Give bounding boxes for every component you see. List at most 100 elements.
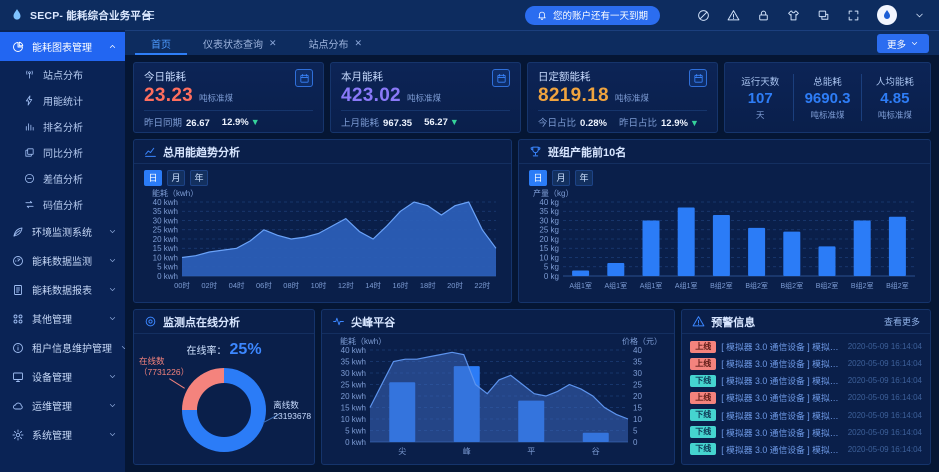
alert-row-2[interactable]: 下线[ 模拟器 3.0 通信设备 ] 模拟器 3.0...2020-05-09 … <box>690 372 922 389</box>
card-footer: 昨日同期26.6712.9%▼ <box>144 110 313 129</box>
chevron-down-icon <box>108 401 117 410</box>
svg-text:18时: 18时 <box>420 280 436 290</box>
chevron-down-icon <box>108 256 117 265</box>
svg-text:5 kg: 5 kg <box>544 263 559 272</box>
alert-row-0[interactable]: 上线[ 模拟器 3.0 通信设备 ] 模拟器 3.0...2020-05-09 … <box>690 338 922 355</box>
menu-collapse-icon[interactable] <box>142 8 156 22</box>
sidebar-item-label: 设备管理 <box>32 369 72 384</box>
alert-row-3[interactable]: 上线[ 模拟器 3.0 通信设备 ] 模拟器 3.0...2020-05-09 … <box>690 389 922 406</box>
gauge-icon <box>12 255 24 267</box>
sidebar-subitem-0-2[interactable]: 排名分析 <box>0 113 125 139</box>
sidebar-item-3[interactable]: 能耗数据报表 <box>0 275 125 304</box>
sidebar-subitem-0-0[interactable]: 站点分布 <box>0 61 125 87</box>
period-button-年[interactable]: 年 <box>190 170 208 186</box>
alert-row-1[interactable]: 上线[ 模拟器 3.0 通信设备 ] 模拟器 3.0...2020-05-09 … <box>690 355 922 372</box>
alert-row-4[interactable]: 下线[ 模拟器 3.0 通信设备 ] 模拟器 3.0...2020-05-09 … <box>690 407 922 424</box>
summary-stat-0: 运行天数107天 <box>727 74 793 121</box>
alert-message: [ 模拟器 3.0 通信设备 ] 模拟器 3.0... <box>721 357 842 370</box>
summary-panel: 运行天数107天总能耗9690.3吨标准煤人均能耗4.85吨标准煤 <box>724 62 931 133</box>
sidebar-item-2[interactable]: 能耗数据监测 <box>0 246 125 275</box>
panel-online-analysis: 监测点在线分析 在线率： 25% 在线数 <box>133 309 315 465</box>
antenna-icon <box>24 69 35 80</box>
svg-text:08时: 08时 <box>283 280 299 290</box>
alert-row-5[interactable]: 下线[ 模拟器 3.0 通信设备 ] 模拟器 3.0...2020-05-09 … <box>690 424 922 441</box>
svg-text:B组2室: B组2室 <box>816 281 839 290</box>
card-value: 423.02 <box>341 85 401 107</box>
fullscreen-icon[interactable] <box>847 9 860 22</box>
status-badge: 上线 <box>690 392 716 404</box>
svg-text:14时: 14时 <box>365 280 381 290</box>
svg-text:B组2室: B组2室 <box>710 281 733 290</box>
sidebar-subitem-0-5[interactable]: 码值分析 <box>0 191 125 217</box>
windows-icon[interactable] <box>817 9 830 22</box>
sidebar-item-4[interactable]: 其他管理 <box>0 304 125 333</box>
svg-text:12时: 12时 <box>338 280 354 290</box>
period-button-日[interactable]: 日 <box>529 170 547 186</box>
alert-timestamp: 2020-05-09 16:14:04 <box>848 445 922 454</box>
svg-text:10时: 10时 <box>311 280 327 290</box>
bar-chart-icon <box>24 121 35 132</box>
svg-text:A组1室: A组1室 <box>605 281 628 290</box>
status-badge: 下线 <box>690 409 716 421</box>
user-avatar[interactable] <box>877 5 897 25</box>
svg-text:40 kwh: 40 kwh <box>153 198 178 207</box>
more-tabs-button[interactable]: 更多 <box>877 34 929 53</box>
sidebar-subitem-0-1[interactable]: 用能统计 <box>0 87 125 113</box>
tab-close-icon[interactable]: ✕ <box>355 38 363 49</box>
period-button-年[interactable]: 年 <box>575 170 593 186</box>
chevron-down-icon <box>108 430 117 439</box>
period-button-日[interactable]: 日 <box>144 170 162 186</box>
sidebar-subitem-label: 同比分析 <box>43 145 83 160</box>
alert-row-6[interactable]: 下线[ 模拟器 3.0 通信设备 ] 模拟器 3.0...2020-05-09 … <box>690 441 922 458</box>
tab-1[interactable]: 仪表状态查询✕ <box>187 31 293 55</box>
charts-row: 总用能趋势分析 日月年 0 kwh5 kwh10 kwh15 kwh20 kwh… <box>133 139 931 303</box>
svg-text:16时: 16时 <box>393 280 409 290</box>
svg-text:30 kwh: 30 kwh <box>153 216 178 225</box>
svg-text:35 kwh: 35 kwh <box>341 357 366 366</box>
lock-icon[interactable] <box>757 9 770 22</box>
alert-timestamp: 2020-05-09 16:14:04 <box>848 342 922 351</box>
svg-text:25 kwh: 25 kwh <box>153 226 178 235</box>
sidebar-subitem-0-3[interactable]: 同比分析 <box>0 139 125 165</box>
panel-header: 尖峰平谷 <box>322 310 674 334</box>
view-more-link[interactable]: 查看更多 <box>884 315 920 328</box>
footer-metric: 今日占比0.28% <box>538 115 607 129</box>
alert-timestamp: 2020-05-09 16:14:04 <box>848 393 922 402</box>
tab-0[interactable]: 首页 <box>135 31 187 55</box>
period-selector: 日月年 <box>519 164 930 186</box>
pulse-icon <box>332 315 345 328</box>
slash-circle-icon[interactable] <box>697 9 710 22</box>
team-output-chart: 0 kg5 kg10 kg15 kg20 kg25 kg30 kg35 kg40… <box>519 186 930 302</box>
sidebar-item-5[interactable]: 租户信息维护管理 <box>0 333 125 362</box>
arrow-down-icon: ▼ <box>251 117 260 127</box>
tab-close-icon[interactable]: ✕ <box>269 38 277 49</box>
sidebar-item-7[interactable]: 运维管理 <box>0 391 125 420</box>
bell-icon <box>537 10 547 20</box>
sidebar-subitem-0-4[interactable]: 差值分析 <box>0 165 125 191</box>
summary-stat-1: 总能耗9690.3吨标准煤 <box>793 74 860 121</box>
alert-message: [ 模拟器 3.0 通信设备 ] 模拟器 3.0... <box>721 426 842 439</box>
lightning-icon <box>24 95 35 106</box>
sidebar-item-6[interactable]: 设备管理 <box>0 362 125 391</box>
period-button-月[interactable]: 月 <box>552 170 570 186</box>
sidebar-item-0[interactable]: 能耗图表管理 <box>0 32 125 61</box>
svg-text:06时: 06时 <box>256 280 272 290</box>
sidebar-item-8[interactable]: 系统管理 <box>0 420 125 449</box>
copy-icon <box>24 147 35 158</box>
user-menu-chevron-icon[interactable] <box>914 10 925 21</box>
status-badge: 下线 <box>690 443 716 455</box>
alert-message: [ 模拟器 3.0 通信设备 ] 模拟器 3.0... <box>721 340 842 353</box>
period-button-月[interactable]: 月 <box>167 170 185 186</box>
svg-text:40 kwh: 40 kwh <box>341 346 366 355</box>
warning-triangle-icon[interactable] <box>727 9 740 22</box>
account-expiry-notice[interactable]: 您的账户还有一天到期 <box>525 6 660 25</box>
svg-text:A组1室: A组1室 <box>569 281 592 290</box>
svg-text:0 kwh: 0 kwh <box>345 438 366 447</box>
tshirt-icon[interactable] <box>787 9 800 22</box>
svg-text:35 kwh: 35 kwh <box>153 207 178 216</box>
alert-timestamp: 2020-05-09 16:14:04 <box>848 359 922 368</box>
tab-2[interactable]: 站点分布✕ <box>293 31 379 55</box>
svg-text:40: 40 <box>633 346 642 355</box>
sidebar-item-1[interactable]: 环境监测系统 <box>0 217 125 246</box>
card-unit: 吨标准煤 <box>407 92 441 104</box>
